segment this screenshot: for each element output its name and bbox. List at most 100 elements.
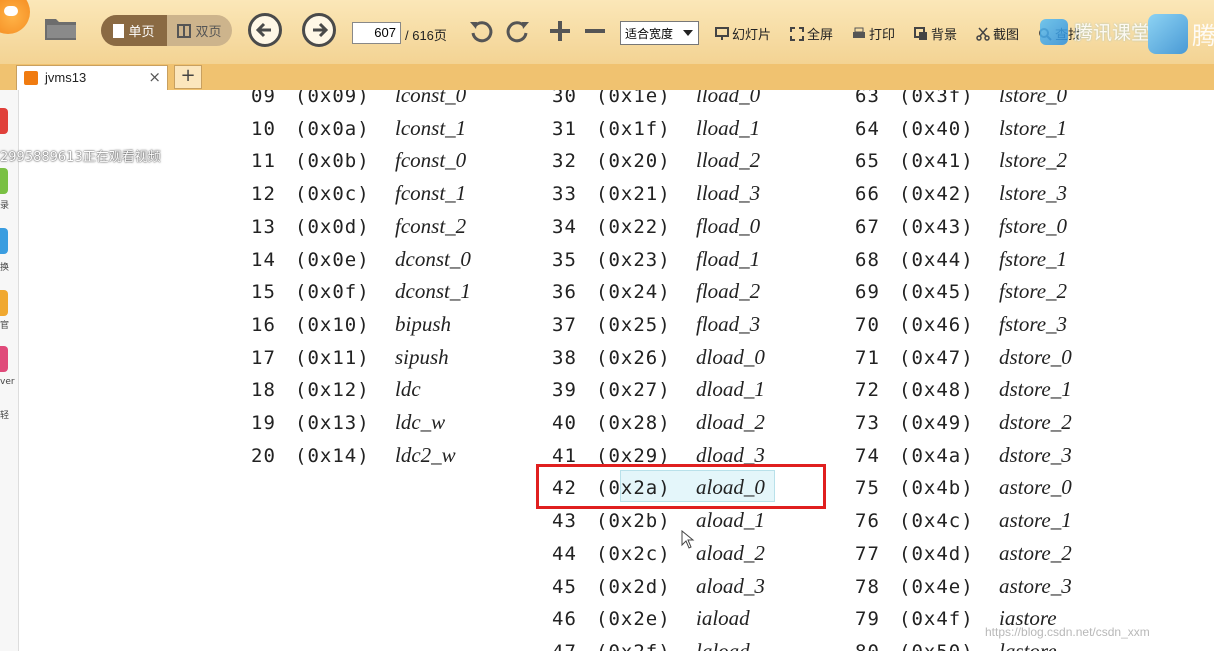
opcode-mnemonic: dstore_3: [999, 442, 1072, 467]
opcode-number: 39: [552, 379, 577, 402]
app-shortcut-icon[interactable]: [0, 108, 8, 134]
app-shortcut-icon[interactable]: [0, 346, 8, 372]
opcode-mnemonic: ldc_w: [395, 410, 446, 434]
app-shortcut-icon[interactable]: [0, 168, 8, 194]
opcode-number: 64: [855, 117, 880, 140]
opcode-hex: (0x23): [596, 248, 671, 271]
page-number-input[interactable]: 607: [352, 22, 401, 44]
mouse-pointer-icon: [681, 530, 695, 549]
opcode-number: 69: [855, 281, 880, 304]
opcode-hex: (0x20): [596, 150, 671, 173]
opcode-hex: (0x3f): [899, 90, 974, 107]
opcode-mnemonic: lconst_1: [395, 115, 467, 140]
opcode-hex: (0x2c): [596, 542, 671, 565]
zoom-in-icon[interactable]: [547, 18, 573, 44]
opcode-hex: (0x2d): [596, 575, 671, 598]
opcode-number: 20: [251, 444, 276, 467]
next-page-button[interactable]: [302, 13, 336, 47]
opcode-hex: (0x4e): [899, 575, 974, 598]
zoom-out-icon[interactable]: [582, 18, 608, 44]
opcode-mnemonic: lstore_1: [999, 115, 1068, 140]
opcode-mnemonic: fstore_0: [999, 213, 1068, 238]
opcode-mnemonic: lstore_2: [999, 148, 1068, 173]
opcode-number: 30: [552, 90, 577, 107]
opcode-hex: (0x42): [899, 183, 974, 206]
opcode-number: 47: [552, 641, 577, 651]
rail-label: 换: [0, 263, 10, 273]
opcode-hex: (0x12): [295, 379, 370, 402]
opcode-mnemonic: fload_3: [696, 311, 761, 336]
app-shortcut-icon[interactable]: [0, 290, 8, 316]
opcode-number: 76: [855, 510, 880, 533]
rotate-left-icon[interactable]: [468, 18, 494, 44]
previous-page-button[interactable]: [248, 13, 282, 47]
brand-label: 腾讯课堂: [1074, 22, 1151, 44]
blog-watermark: https://blog.csdn.net/csdn_xxm: [985, 625, 1150, 639]
opcode-hex: (0x22): [596, 215, 671, 238]
tencent-classroom-play-icon: [1148, 14, 1188, 54]
opcode-number: 78: [855, 575, 880, 598]
opcode-mnemonic: lload_2: [696, 148, 761, 173]
opcode-number: 71: [855, 346, 880, 369]
fullscreen-button[interactable]: 全屏: [790, 24, 833, 43]
double-page-button[interactable]: 双页: [167, 15, 232, 46]
single-page-button[interactable]: 单页: [101, 15, 167, 46]
opcode-mnemonic: ldc: [395, 377, 421, 402]
opcode-mnemonic: lstore_3: [999, 181, 1068, 206]
background-icon: [914, 26, 927, 40]
brand-partial-label: 腾: [1192, 22, 1214, 50]
opcode-hex: (0x4f): [899, 608, 974, 631]
opcode-number: 34: [552, 215, 577, 238]
opcode-mnemonic: lload_3: [696, 181, 761, 206]
rotate-right-icon[interactable]: [505, 18, 531, 44]
tab-close-icon[interactable]: ×: [148, 68, 161, 86]
opcode-number: 45: [552, 575, 577, 598]
opcode-mnemonic: lastore: [999, 638, 1057, 651]
opcode-number: 70: [855, 313, 880, 336]
opcode-hex: (0x45): [899, 281, 974, 304]
print-button[interactable]: 打印: [852, 24, 895, 43]
zoom-select[interactable]: 适合宽度: [620, 21, 699, 45]
screenshot-button[interactable]: 截图: [976, 24, 1019, 43]
single-page-label: 单页: [128, 25, 155, 40]
opcode-number: 15: [251, 281, 276, 304]
opcode-mnemonic: astore_0: [999, 475, 1072, 500]
opcode-number: 16: [251, 313, 276, 336]
opcode-mnemonic: bipush: [395, 311, 452, 336]
opcode-number: 14: [251, 248, 276, 271]
opcode-number: 75: [855, 477, 880, 500]
opcode-number: 19: [251, 412, 276, 434]
opcode-mnemonic: aload_2: [696, 540, 765, 565]
opcode-number: 10: [251, 117, 276, 140]
app-shortcut-icon[interactable]: [0, 228, 8, 254]
opcode-hex: (0x26): [596, 346, 671, 369]
opcode-number: 72: [855, 379, 880, 402]
opcode-hex: (0x44): [899, 248, 974, 271]
new-tab-button[interactable]: +: [174, 65, 202, 89]
opcode-mnemonic: astore_1: [999, 508, 1072, 533]
opcode-hex: (0x40): [899, 117, 974, 140]
opcode-number: 35: [552, 248, 577, 271]
opcode-mnemonic: fstore_3: [999, 311, 1068, 336]
opcode-hex: (0x0b): [295, 150, 370, 173]
opcode-hex: (0x21): [596, 183, 671, 206]
opcode-number: 65: [855, 150, 880, 173]
opcode-hex: (0x0f): [295, 281, 370, 304]
open-folder-icon[interactable]: [44, 15, 78, 41]
opcode-hex: (0x48): [899, 379, 974, 402]
app-logo-icon[interactable]: [0, 0, 30, 34]
opcode-hex: (0x2b): [596, 510, 671, 533]
opcode-hex: (0x41): [899, 150, 974, 173]
opcode-hex: (0x50): [899, 641, 974, 651]
opcode-number: 63: [855, 90, 880, 107]
opcode-number: 13: [251, 215, 276, 238]
opcode-number: 18: [251, 379, 276, 402]
opcode-hex: (0x4d): [899, 542, 974, 565]
slideshow-button[interactable]: 幻灯片: [715, 24, 771, 43]
background-button[interactable]: 背景: [914, 24, 957, 43]
opcode-number: 46: [552, 608, 577, 631]
opcode-number: 66: [855, 183, 880, 206]
document-view[interactable]: 09 (0x09) lconst_0 10 (0x0a) lconst_1 11 (0x0b)…: [19, 90, 1214, 651]
brand-watermark: 腾讯课堂: [1040, 18, 1150, 45]
tab-jvms13[interactable]: jvms13 ×: [16, 65, 168, 90]
